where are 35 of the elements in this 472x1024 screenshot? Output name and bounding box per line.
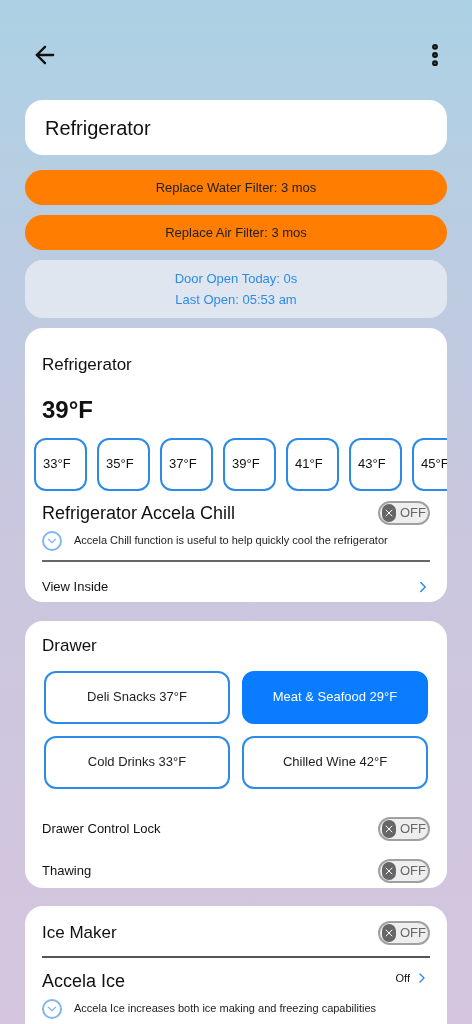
drawer-mode-option[interactable]: Cold Drinks 33°F (44, 735, 230, 789)
feature-title: Accela Ice (42, 969, 126, 993)
close-icon (382, 504, 396, 522)
filter-alert-button[interactable]: Replace Air Filter: 3 mos (25, 215, 447, 250)
section-title: Ice Maker (42, 922, 117, 944)
close-icon (382, 861, 396, 880)
toggle-switch[interactable]: OFF (378, 816, 430, 841)
view-inside-link[interactable]: View Inside (42, 561, 430, 602)
toggle-switch[interactable]: OFF (378, 920, 430, 945)
temperature-option[interactable]: 43°F (349, 437, 402, 491)
toggle-switch[interactable]: OFF (378, 501, 430, 525)
page-title: Refrigerator (45, 115, 151, 141)
door-info-text: Last Open: 05:53 am (175, 293, 297, 306)
feature-description: Accela Chill function is useful to help quickly cool the refrigerator (74, 533, 388, 549)
feature-description: Accela Ice increases both ice making and freezing capabilities (74, 1001, 377, 1017)
close-icon (382, 923, 396, 942)
temperature-option[interactable]: 35°F (97, 437, 150, 491)
filter-alert-button[interactable]: Replace Water Filter: 3 mos (25, 170, 447, 205)
temperature-option[interactable]: 41°F (286, 437, 339, 491)
toggle-switch[interactable]: OFF (378, 858, 430, 883)
temperature-option[interactable]: 33°F (34, 437, 87, 491)
temperature-reading: 39°F (42, 394, 94, 425)
drawer-mode-option[interactable]: Deli Snacks 37°F (44, 670, 230, 724)
close-icon (382, 819, 396, 838)
temperature-option[interactable]: 39°F (223, 437, 276, 491)
setting-label: Thawing (42, 861, 92, 880)
setting-label: Drawer Control Lock (42, 819, 161, 838)
feature-title: Refrigerator Accela Chill (42, 501, 236, 525)
section-title: Drawer (42, 635, 98, 657)
door-info-text: Door Open Today: 0s (174, 272, 298, 285)
section-title: Refrigerator (42, 354, 133, 376)
temperature-option[interactable]: 37°F (160, 437, 213, 491)
drawer-mode-option[interactable]: Meat & Seafood 29°F (242, 670, 428, 724)
drawer-mode-option[interactable]: Chilled Wine 42°F (242, 735, 428, 789)
accela-ice-status-link[interactable]: Off (395, 969, 430, 987)
